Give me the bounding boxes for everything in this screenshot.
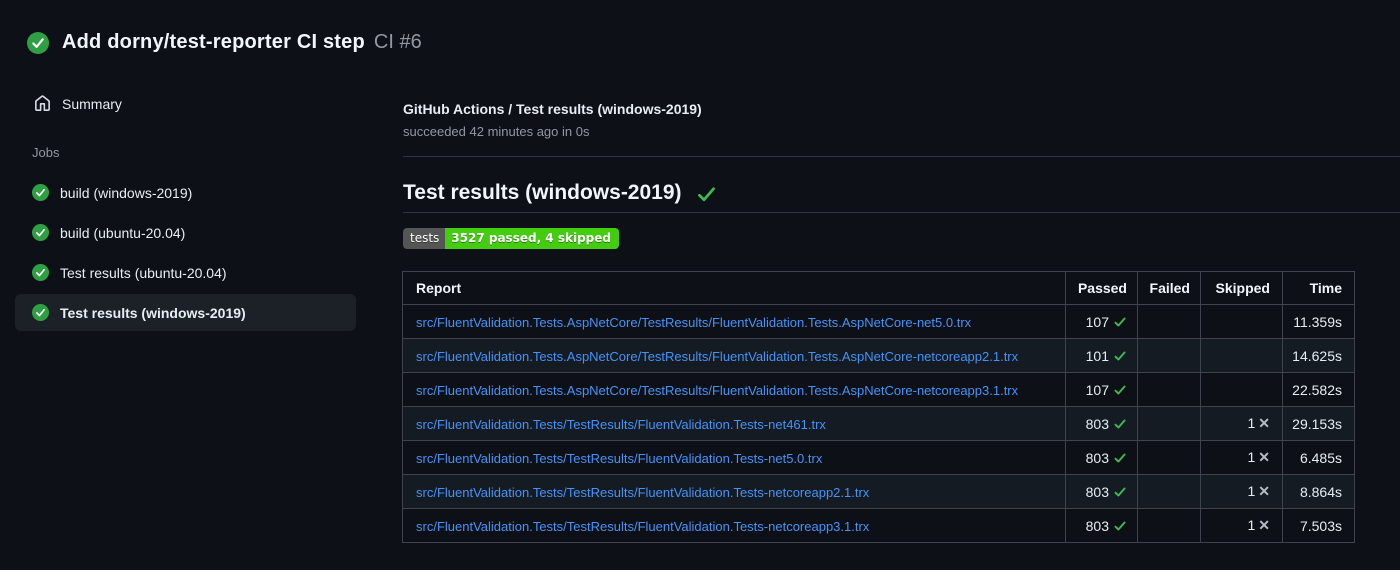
passed-check-icon	[1114, 317, 1126, 326]
table-row: src/FluentValidation.Tests.AspNetCore/Te…	[402, 304, 1355, 339]
divider	[403, 212, 1400, 213]
home-icon	[35, 95, 50, 111]
check-run-breadcrumb: GitHub Actions / Test results (windows-2…	[403, 101, 702, 117]
run-title-text: Add dorny/test-reporter CI step	[62, 31, 365, 53]
badge-value: 3527 passed, 4 skipped	[445, 228, 619, 249]
job-label: Test results (ubuntu-20.04)	[60, 264, 227, 281]
workflow-run-page: Add dorny/test-reporter CI step CI #6 Sum…	[0, 0, 1400, 570]
passed-cell: 803	[1065, 406, 1138, 441]
time-cell: 7.503s	[1282, 508, 1355, 543]
skipped-x-icon: ✕	[1258, 415, 1270, 431]
sidebar-job-item[interactable]: Test results (windows-2019)	[15, 294, 356, 331]
test-results-table: Report Passed Failed Skipped Time src/Fl…	[402, 271, 1355, 543]
sidebar-item-summary[interactable]: Summary	[34, 95, 122, 112]
table-row: src/FluentValidation.Tests/TestResults/F…	[402, 406, 1355, 441]
time-cell: 29.153s	[1282, 406, 1355, 441]
skipped-cell	[1200, 304, 1283, 339]
time-cell: 6.485s	[1282, 440, 1355, 475]
job-label: Test results (windows-2019)	[60, 304, 246, 321]
failed-cell	[1137, 372, 1201, 407]
column-header-time: Time	[1282, 271, 1355, 305]
report-link[interactable]: src/FluentValidation.Tests/TestResults/F…	[416, 485, 869, 500]
failed-cell	[1137, 474, 1201, 509]
job-label: build (windows-2019)	[60, 184, 193, 201]
skipped-x-icon: ✕	[1258, 483, 1270, 499]
skipped-x-icon: ✕	[1258, 517, 1270, 533]
job-success-icon	[32, 184, 49, 201]
section-heading: Test results (windows-2019)	[403, 181, 717, 205]
column-header-report: Report	[402, 271, 1066, 305]
failed-cell	[1137, 508, 1201, 543]
failed-cell	[1137, 440, 1201, 475]
report-link[interactable]: src/FluentValidation.Tests.AspNetCore/Te…	[416, 315, 971, 330]
failed-cell	[1137, 406, 1201, 441]
job-list: build (windows-2019) build (ubuntu-20.04…	[15, 174, 356, 334]
badge-label: tests	[403, 228, 446, 249]
passed-check-icon	[1114, 521, 1126, 530]
passed-cell: 803	[1065, 508, 1138, 543]
divider	[403, 156, 1400, 157]
run-title: Add dorny/test-reporter CI step CI #6	[62, 31, 422, 54]
passed-check-icon	[1114, 419, 1126, 428]
job-success-icon	[32, 264, 49, 281]
passed-cell: 803	[1065, 440, 1138, 475]
summary-label: Summary	[62, 95, 122, 112]
sidebar-job-item[interactable]: build (ubuntu-20.04)	[15, 214, 356, 251]
sidebar-job-item[interactable]: build (windows-2019)	[15, 174, 356, 211]
table-row: src/FluentValidation.Tests.AspNetCore/Te…	[402, 372, 1355, 407]
passed-check-icon	[1114, 453, 1126, 462]
skipped-cell	[1200, 338, 1283, 373]
time-cell: 11.359s	[1282, 304, 1355, 339]
sidebar-job-item[interactable]: Test results (ubuntu-20.04)	[15, 254, 356, 291]
skipped-cell: 1 ✕	[1200, 474, 1283, 509]
success-check-circle-icon	[27, 31, 49, 54]
table-header-row: Report Passed Failed Skipped Time	[402, 271, 1355, 305]
job-success-icon	[32, 224, 49, 241]
section-heading-text: Test results (windows-2019)	[403, 181, 682, 204]
failed-cell	[1137, 338, 1201, 373]
table-row: src/FluentValidation.Tests/TestResults/F…	[402, 508, 1355, 543]
passed-cell: 101	[1065, 338, 1138, 373]
skipped-cell: 1 ✕	[1200, 406, 1283, 441]
skipped-cell	[1200, 372, 1283, 407]
table-row: src/FluentValidation.Tests/TestResults/F…	[402, 440, 1355, 475]
jobs-section-label: Jobs	[32, 145, 60, 160]
time-cell: 8.864s	[1282, 474, 1355, 509]
skipped-x-icon: ✕	[1258, 449, 1270, 465]
time-cell: 22.582s	[1282, 372, 1355, 407]
passed-check-icon	[1114, 487, 1126, 496]
job-success-icon	[32, 304, 49, 321]
report-link[interactable]: src/FluentValidation.Tests/TestResults/F…	[416, 519, 869, 534]
failed-cell	[1137, 304, 1201, 339]
report-link[interactable]: src/FluentValidation.Tests.AspNetCore/Te…	[416, 383, 1018, 398]
heading-success-check-icon	[697, 187, 715, 202]
passed-cell: 107	[1065, 372, 1138, 407]
tests-status-badge: tests 3527 passed, 4 skipped	[403, 228, 619, 249]
table-row: src/FluentValidation.Tests.AspNetCore/Te…	[402, 338, 1355, 373]
passed-cell: 107	[1065, 304, 1138, 339]
passed-cell: 803	[1065, 474, 1138, 509]
skipped-cell: 1 ✕	[1200, 508, 1283, 543]
job-label: build (ubuntu-20.04)	[60, 224, 186, 241]
run-number: CI #6	[373, 31, 422, 53]
passed-check-icon	[1114, 351, 1126, 360]
report-link[interactable]: src/FluentValidation.Tests/TestResults/F…	[416, 451, 822, 466]
table-row: src/FluentValidation.Tests/TestResults/F…	[402, 474, 1355, 509]
time-cell: 14.625s	[1282, 338, 1355, 373]
column-header-failed: Failed	[1137, 271, 1201, 305]
passed-check-icon	[1114, 385, 1126, 394]
run-header: Add dorny/test-reporter CI step CI #6	[27, 31, 422, 54]
skipped-cell: 1 ✕	[1200, 440, 1283, 475]
run-status-line: succeeded 42 minutes ago in 0s	[403, 124, 590, 139]
report-link[interactable]: src/FluentValidation.Tests.AspNetCore/Te…	[416, 349, 1018, 364]
report-link[interactable]: src/FluentValidation.Tests/TestResults/F…	[416, 417, 826, 432]
column-header-passed: Passed	[1065, 271, 1138, 305]
column-header-skipped: Skipped	[1200, 271, 1283, 305]
